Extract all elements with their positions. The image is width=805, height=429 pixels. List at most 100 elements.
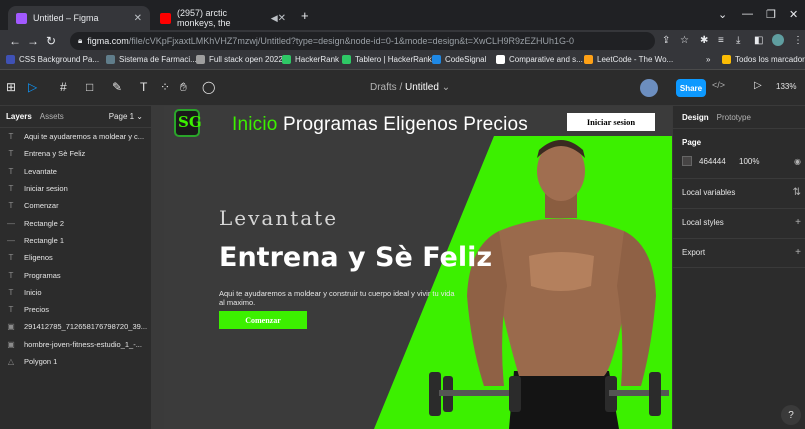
layer-item[interactable]: ▣ hombre-joven-fitness-estudio_1_-... <box>0 336 151 353</box>
zoom-level[interactable]: 133% <box>776 82 796 91</box>
login-button[interactable]: Iniciar sesion <box>567 113 655 131</box>
layer-item[interactable]: T Precios <box>0 301 151 318</box>
layer-item[interactable]: T Comenzar <box>0 197 151 214</box>
layer-item[interactable]: ▣ 291412785_712658176798720_39... <box>0 318 151 335</box>
bookmarks-overflow-icon[interactable]: » <box>706 55 710 64</box>
page-selector[interactable]: Page 1 ⌄ <box>109 112 143 121</box>
layer-name: Comenzar <box>24 201 59 211</box>
layer-item[interactable]: — Rectangle 1 <box>0 232 151 249</box>
layer-type-icon: △ <box>7 357 15 366</box>
tab-assets[interactable]: Assets <box>40 112 64 121</box>
page-color-value[interactable]: 464444 <box>699 157 739 166</box>
layer-type-icon: ▣ <box>7 322 15 332</box>
variables-icon[interactable]: ⇅ <box>793 187 801 198</box>
add-style-icon[interactable]: + <box>795 217 801 228</box>
canvas[interactable]: SG Inicio Programas Eligenos Precios Ini… <box>152 106 672 429</box>
hero-subtext: Aqui te ayudaremos a moldear y construir… <box>219 289 455 307</box>
tab-layers[interactable]: Layers <box>6 112 32 121</box>
main-menu-icon[interactable]: ⊞ <box>6 80 16 94</box>
file-breadcrumb[interactable]: Drafts / Untitled ⌄ <box>370 82 450 93</box>
share-page-icon[interactable]: ⇪ <box>662 35 670 46</box>
help-button[interactable]: ? <box>781 405 801 425</box>
address-bar[interactable]: 🔒︎ figma.com/file/cVKpFjxaxtLMKhVHZ7mzwj… <box>70 32 655 50</box>
present-icon[interactable]: ▷ <box>754 80 762 91</box>
layer-item[interactable]: T Iniciar sesion <box>0 180 151 197</box>
figma-favicon-icon <box>16 12 27 24</box>
bookmark-item[interactable]: Full stack open 2022 <box>196 55 283 64</box>
dev-mode-icon[interactable]: </> <box>712 80 725 90</box>
nav-inicio[interactable]: Inicio <box>232 114 278 135</box>
bookmark-item[interactable]: LeetCode - The Wo... <box>584 55 673 64</box>
nav-programas-eligenos-precios[interactable]: Programas Eligenos Precios <box>278 114 528 135</box>
bookmark-item[interactable]: CSS Background Pa... <box>6 55 99 64</box>
profile-avatar[interactable] <box>772 34 784 46</box>
shape-tool-icon[interactable]: □ <box>86 80 93 94</box>
layer-type-icon: T <box>8 253 14 263</box>
bookmark-star-icon[interactable]: ☆ <box>680 35 689 46</box>
visibility-icon[interactable]: ◉ <box>794 157 801 166</box>
resources-icon[interactable]: ⁘ <box>160 80 170 94</box>
layer-item[interactable]: △ Polygon 1 <box>0 353 151 370</box>
bookmark-item[interactable]: Comparative and s... <box>496 55 583 64</box>
user-avatar[interactable] <box>640 79 658 97</box>
layer-item[interactable]: T Programas <box>0 266 151 283</box>
text-tool-icon[interactable]: T <box>140 80 147 94</box>
window-close-icon[interactable]: ✕ <box>789 8 798 21</box>
reading-list-icon[interactable]: ≡ <box>718 35 724 46</box>
export-section[interactable]: Export + <box>673 238 805 268</box>
layer-item[interactable]: T Eligenos <box>0 249 151 266</box>
browser-tab-strip: Untitled – Figma ✕ (2957) arctic monkeys… <box>0 0 805 30</box>
sidepanel-icon[interactable]: ◧ <box>754 35 763 46</box>
tab-prototype[interactable]: Prototype <box>717 113 751 122</box>
comenzar-button[interactable]: Comenzar <box>219 311 307 329</box>
local-variables-section[interactable]: Local variables ⇅ <box>673 178 805 208</box>
close-icon[interactable]: ✕ <box>278 13 286 24</box>
forward-icon[interactable]: → <box>24 34 42 48</box>
layer-type-icon: T <box>8 287 14 297</box>
bookmark-item[interactable]: CodeSignal <box>432 55 486 64</box>
maximize-icon[interactable]: ❐ <box>766 8 776 21</box>
move-tool-icon[interactable]: ▷ <box>28 80 37 94</box>
layer-type-icon: T <box>8 184 14 194</box>
bookmarks-folder[interactable]: Todos los marcadores <box>722 55 805 64</box>
layer-type-icon: — <box>7 218 15 228</box>
bookmark-favicon-icon <box>584 55 593 64</box>
back-icon[interactable]: ← <box>6 34 24 48</box>
download-icon[interactable]: ⤓ <box>736 35 740 46</box>
layer-item[interactable]: T Levantate <box>0 163 151 180</box>
reload-icon[interactable]: ↻ <box>42 34 60 48</box>
layer-item[interactable]: T Inicio <box>0 284 151 301</box>
extensions-icon[interactable]: ✱ <box>700 35 708 46</box>
page-fill-row[interactable]: 464444 100% ◉ <box>682 156 801 166</box>
layer-item[interactable]: — Rectangle 2 <box>0 214 151 231</box>
page-opacity-value[interactable]: 100% <box>739 157 759 166</box>
layer-item[interactable]: T Entrena y Sè Feliz <box>0 145 151 162</box>
bookmark-label: LeetCode - The Wo... <box>597 55 674 64</box>
tab-search-icon[interactable]: ⌄ <box>718 8 727 21</box>
tab-youtube[interactable]: (2957) arctic monkeys, the ◀ ✕ <box>152 6 294 30</box>
dumbbell-plate-icon <box>509 376 521 412</box>
menu-icon[interactable]: ⋮ <box>793 35 803 46</box>
minimize-icon[interactable]: — <box>742 8 753 20</box>
add-export-icon[interactable]: + <box>795 247 801 258</box>
bookmark-item[interactable]: HackerRank <box>282 55 339 64</box>
frame-tool-icon[interactable]: # <box>60 80 67 94</box>
tab-design[interactable]: Design <box>682 113 709 122</box>
design-frame[interactable]: SG Inicio Programas Eligenos Precios Ini… <box>164 106 672 429</box>
hand-tool-icon[interactable]: ✋︎ <box>180 80 187 95</box>
close-icon[interactable]: ✕ <box>134 13 142 24</box>
local-styles-section[interactable]: Local styles + <box>673 208 805 238</box>
bookmark-item[interactable]: Sistema de Farmaci... <box>106 55 197 64</box>
bookmark-favicon-icon <box>342 55 351 64</box>
bookmark-favicon-icon <box>106 55 115 64</box>
layer-name: hombre-joven-fitness-estudio_1_-... <box>24 339 142 349</box>
comment-tool-icon[interactable]: ◯ <box>202 80 215 94</box>
pen-tool-icon[interactable]: ✎ <box>112 80 122 94</box>
tab-figma[interactable]: Untitled – Figma ✕ <box>8 6 150 30</box>
share-button[interactable]: Share <box>676 79 706 97</box>
new-tab-button[interactable]: + <box>301 8 309 23</box>
color-swatch[interactable] <box>682 156 692 166</box>
layer-item[interactable]: T Aqui te ayudaremos a moldear y c... <box>0 128 151 145</box>
bookmark-item[interactable]: Tablero | HackerRank <box>342 55 432 64</box>
layer-name: Eligenos <box>24 253 53 263</box>
